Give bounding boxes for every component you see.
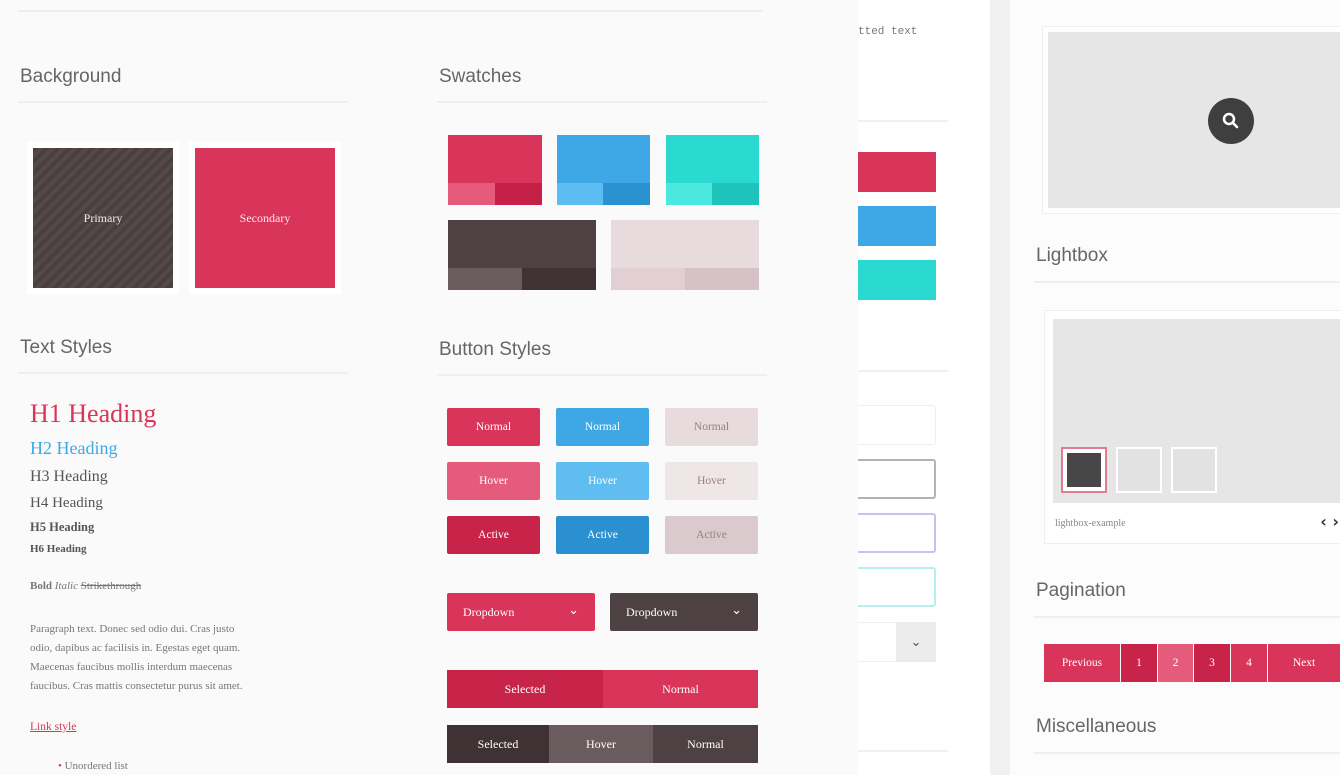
section-title-text-styles: Text Styles: [20, 337, 112, 358]
light-hover-button[interactable]: Hover: [665, 462, 758, 500]
lightbox-caption: lightbox-example: [1055, 518, 1126, 529]
section-title-lightbox: Lightbox: [1036, 245, 1108, 266]
divider: [437, 374, 767, 376]
dropdown-label: Dropdown: [463, 604, 515, 619]
lightbox-example-card: lightbox-example ‹ ›: [1044, 310, 1340, 544]
secondary-background-card: Secondary: [189, 142, 341, 294]
swatch-blue: [557, 135, 650, 205]
text-input-success[interactable]: [858, 567, 936, 607]
divider: [1034, 616, 1340, 618]
paragraph-sample: Paragraph text. Donec sed odio dui. Cras…: [30, 620, 243, 696]
section-title-background: Background: [20, 66, 122, 87]
primary-hover-button[interactable]: Hover: [447, 462, 540, 500]
primary-dropdown-button[interactable]: Dropdown ⌄: [447, 593, 595, 631]
paragraph-line: odio, dapibus ac facilisis in. Egestas e…: [30, 642, 241, 654]
light-active-button[interactable]: Active: [665, 516, 758, 554]
components-panel: Lightbox lightbox-example ‹ › Pagination…: [1010, 0, 1340, 775]
blue-bar-fragment[interactable]: [858, 206, 936, 246]
teal-bar-fragment[interactable]: [858, 260, 936, 300]
chevron-left-icon[interactable]: ‹: [1320, 512, 1327, 531]
dark-segment-selected[interactable]: Selected: [447, 725, 549, 763]
primary-background-card: Primary: [27, 142, 179, 294]
partial-form-panel: tted text ⌄: [858, 0, 990, 775]
light-normal-button[interactable]: Normal: [665, 408, 758, 446]
formatted-text-fragment: tted text: [858, 26, 918, 38]
primary-normal-button[interactable]: Normal: [447, 408, 540, 446]
dark-segment-hover[interactable]: Hover: [549, 725, 653, 763]
dropdown-label: Dropdown: [626, 604, 678, 619]
top-divider: [18, 10, 763, 12]
pagination-page-4[interactable]: 4: [1231, 644, 1267, 682]
divider: [1034, 281, 1340, 283]
chevron-right-icon[interactable]: ›: [1332, 512, 1339, 531]
chevron-down-icon: ⌄: [568, 603, 579, 618]
thumbnail[interactable]: [1171, 447, 1217, 493]
blue-hover-button[interactable]: Hover: [556, 462, 649, 500]
inline-styles-sample: Bold Italic Strikethrough: [30, 580, 141, 592]
style-guide-panel: Background Primary Secondary Swatches Te…: [0, 0, 858, 775]
primary-active-button[interactable]: Active: [447, 516, 540, 554]
h1-sample: H1 Heading: [30, 399, 157, 428]
strike-text: Strikethrough: [80, 580, 142, 592]
chevron-down-icon[interactable]: ⌄: [896, 622, 936, 662]
text-input-focused[interactable]: [858, 459, 936, 499]
dark-segment-normal[interactable]: Normal: [653, 725, 758, 763]
text-input-info[interactable]: [858, 513, 936, 553]
blue-normal-button[interactable]: Normal: [556, 408, 649, 446]
segment-selected[interactable]: Selected: [447, 670, 603, 708]
pagination-page-2[interactable]: 2: [1158, 644, 1193, 682]
lightbox-nav: ‹ ›: [1320, 512, 1339, 531]
section-title-swatches: Swatches: [439, 66, 522, 87]
h3-sample: H3 Heading: [30, 468, 108, 485]
primary-bar-fragment[interactable]: [858, 152, 936, 192]
list-item-label: Unordered list: [64, 760, 128, 772]
section-title-pagination: Pagination: [1036, 580, 1126, 601]
chevron-down-icon: ⌄: [731, 603, 742, 618]
swatch-teal: [666, 135, 759, 205]
divider: [1034, 752, 1340, 754]
image-placeholder: [1048, 32, 1340, 208]
lightbox-trigger-card[interactable]: [1042, 26, 1340, 214]
thumbnail-selected[interactable]: [1061, 447, 1107, 493]
section-title-miscellaneous: Miscellaneous: [1036, 716, 1157, 737]
pagination-next[interactable]: Next: [1268, 644, 1340, 682]
divider: [437, 101, 767, 103]
dark-dropdown-button[interactable]: Dropdown ⌄: [610, 593, 758, 631]
blue-active-button[interactable]: Active: [556, 516, 649, 554]
pagination-page-3[interactable]: 3: [1194, 644, 1230, 682]
h6-sample: H6 Heading: [30, 543, 87, 555]
h2-sample: H2 Heading: [30, 438, 118, 458]
search-icon[interactable]: [1208, 98, 1254, 144]
pagination-previous[interactable]: Previous: [1044, 644, 1120, 682]
secondary-background-swatch: Secondary: [195, 148, 335, 288]
unordered-list-item: • Unordered list: [58, 760, 128, 772]
section-title-button-styles: Button Styles: [439, 339, 551, 360]
divider: [858, 370, 948, 372]
primary-background-swatch: Primary: [33, 148, 173, 288]
divider: [18, 372, 348, 374]
swatch-dark: [448, 220, 596, 290]
bold-text: Bold: [30, 580, 53, 592]
paragraph-line: Maecenas faucibus mollis interdum maecen…: [30, 661, 233, 673]
segment-normal[interactable]: Normal: [603, 670, 758, 708]
thumbnail[interactable]: [1116, 447, 1162, 493]
divider: [858, 750, 948, 752]
text-input-default[interactable]: [858, 405, 936, 445]
swatch-light: [611, 220, 759, 290]
swatch-primary: [448, 135, 542, 205]
divider: [18, 101, 348, 103]
paragraph-line: Paragraph text. Donec sed odio dui. Cras…: [30, 623, 235, 635]
divider: [858, 120, 948, 122]
link-sample[interactable]: Link style: [30, 721, 76, 733]
bullet-icon: •: [58, 760, 62, 772]
h5-sample: H5 Heading: [30, 520, 95, 534]
h4-sample: H4 Heading: [30, 495, 103, 511]
italic-text: Italic: [54, 580, 78, 592]
pagination-page-1[interactable]: 1: [1121, 644, 1157, 682]
paragraph-line: faucibus. Cras mattis consectetur purus …: [30, 680, 243, 692]
